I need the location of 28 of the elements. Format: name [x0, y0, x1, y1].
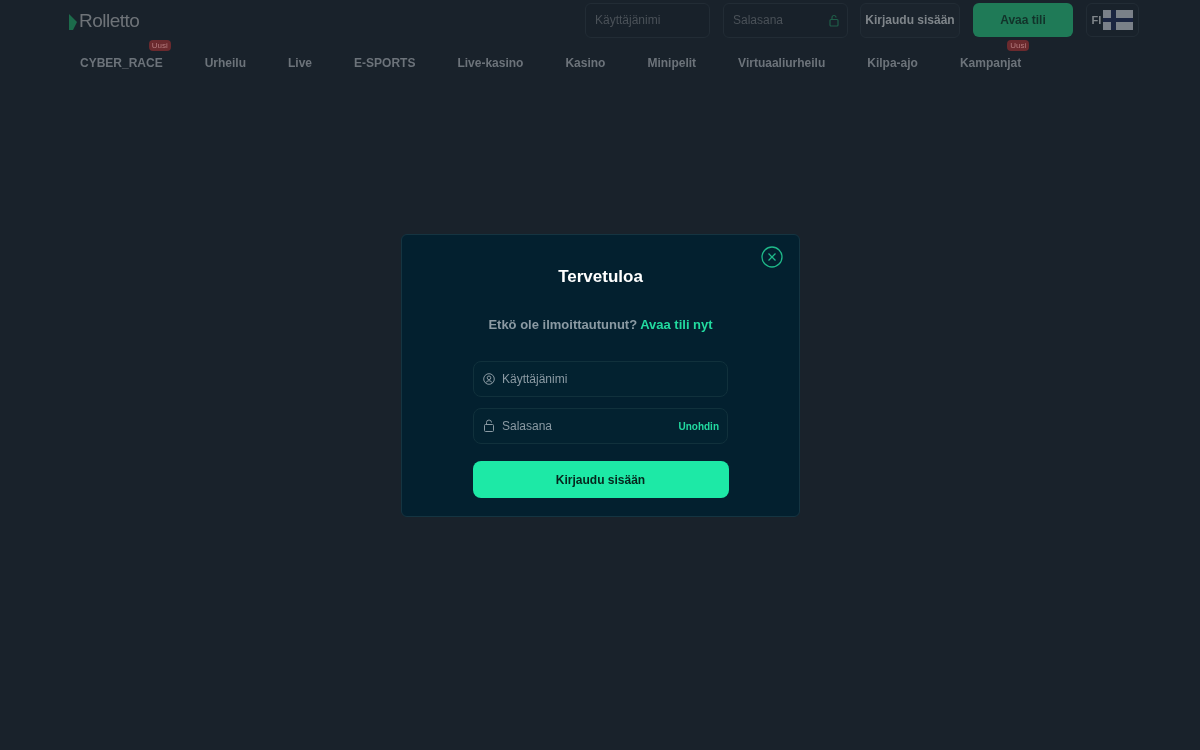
nav-link[interactable]: CYBER_RACE [80, 56, 163, 70]
login-button[interactable]: Kirjaudu sisään [472, 461, 729, 498]
close-button[interactable] [761, 246, 783, 268]
nav-link[interactable]: E-SPORTS [354, 56, 416, 70]
flag-icon [1103, 10, 1134, 30]
nav-link[interactable]: Kilpa-ajo [867, 56, 918, 70]
lock-icon [483, 419, 495, 432]
nav-link[interactable]: Kampanjat [959, 56, 1022, 70]
dialog-title: Tervetuloa [558, 266, 643, 288]
user-icon [483, 373, 495, 385]
new-badge: Uusi [148, 40, 171, 51]
nav-link[interactable]: Live [288, 56, 313, 70]
nav-link[interactable]: Virtuaaliurheilu [738, 56, 826, 70]
logo[interactable]: Rolletto [79, 6, 140, 36]
close-icon [761, 246, 783, 268]
signup-link[interactable]: Avaa tili nyt [640, 314, 713, 334]
nav-link[interactable]: Minipelit [647, 56, 697, 70]
lock-icon [829, 13, 839, 27]
forgot-link[interactable]: Unohdin [678, 419, 719, 434]
nav-link[interactable]: Kasino [565, 56, 606, 70]
language-button[interactable]: FI [1086, 3, 1139, 37]
username-field[interactable]: Käyttäjänimi [473, 361, 728, 397]
new-badge: Uusi [1007, 40, 1030, 51]
signup-prompt: Etkö ole ilmoittautunut? [488, 315, 638, 334]
nav-link[interactable]: Urheilu [204, 56, 247, 70]
login-button[interactable]: Kirjaudu sisään [860, 2, 960, 38]
register-button[interactable]: Avaa tili [973, 3, 1073, 37]
nav-link[interactable]: Live-kasino [457, 56, 524, 70]
